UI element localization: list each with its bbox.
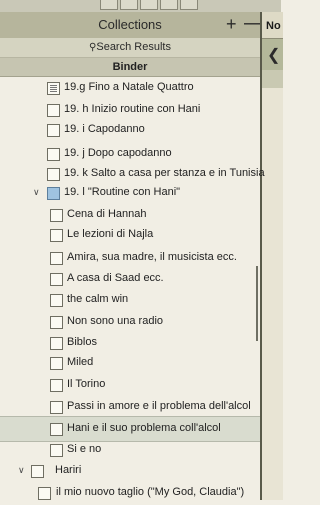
document-icon (38, 487, 51, 500)
search-results-tab[interactable]: ⚲Search Results (0, 38, 260, 58)
scrollbar[interactable] (256, 266, 258, 341)
document-icon (50, 294, 63, 307)
binder-item-label: il mio nuovo taglio ("My God, Claudia") (56, 486, 245, 498)
folder-icon (47, 187, 60, 200)
document-icon (50, 273, 63, 286)
toolbar-button[interactable] (180, 0, 198, 10)
binder-item-label: Miled (67, 356, 94, 368)
document-icon (50, 316, 63, 329)
binder-item-label: 19. i Capodanno (64, 123, 145, 135)
binder-item-label: Le lezioni di Najla (67, 228, 154, 240)
binder-document-item[interactable]: 19.g Fino a Natale Quattro (0, 76, 260, 100)
document-icon (47, 104, 60, 117)
binder-item-label: Hani e il suo problema coll'alcol (67, 422, 221, 434)
editor-pane-edge: No ❮ (260, 12, 283, 500)
binder-item-label: the calm win (67, 293, 129, 305)
binder-item-label: Amira, sua madre, il musicista ecc. (67, 251, 237, 263)
document-icon (50, 209, 63, 222)
toolbar-button[interactable] (160, 0, 178, 10)
toolbar-button[interactable] (140, 0, 158, 10)
document-icon (47, 148, 60, 161)
binder-document-item[interactable]: ∨ Hariri (0, 459, 260, 483)
binder-item-label: Hariri (55, 464, 82, 476)
binder-tab[interactable]: Binder (0, 58, 260, 77)
back-button[interactable]: ❮ (262, 39, 283, 70)
binder-item-label: Si e no (67, 443, 102, 455)
binder-item-label: Passi in amore e il problema dell'alcol (67, 400, 251, 412)
disclosure-chevron-down-icon[interactable]: ∨ (18, 465, 25, 476)
add-collection-button[interactable]: + (226, 14, 237, 35)
binder-document-item[interactable]: Il Torino (0, 373, 260, 397)
collections-header: Collections + — (0, 12, 264, 39)
document-icon (31, 465, 44, 478)
collections-title: Collections (98, 17, 162, 32)
toolbar-button[interactable] (120, 0, 138, 10)
binder-folder-item[interactable]: ∨ 19. l "Routine con Hani" (0, 181, 260, 205)
document-icon (47, 124, 60, 137)
document-icon (50, 379, 63, 392)
document-icon (50, 401, 63, 414)
binder-item-label: 19. k Salto a casa per stanza e in Tunis… (64, 167, 265, 179)
binder-document-item[interactable]: il mio nuovo taglio ("My God, Claudia") (0, 481, 260, 505)
binder-document-item[interactable]: Le lezioni di Najla (0, 223, 260, 247)
editor-header-label: No (266, 20, 281, 32)
document-icon (50, 357, 63, 370)
binder-document-item[interactable]: 19. i Capodanno (0, 118, 260, 142)
binder-document-item[interactable]: the calm win (0, 288, 260, 312)
binder-item-label: Cena di Hannah (67, 208, 147, 220)
binder-item-label: 19. l "Routine con Hani" (64, 186, 181, 198)
binder-label: Binder (112, 61, 148, 73)
document-icon (47, 168, 60, 181)
toolbar-button[interactable] (100, 0, 118, 10)
document-icon (50, 444, 63, 457)
document-icon (50, 252, 63, 265)
binder-document-item[interactable]: Miled (0, 351, 260, 375)
search-results-label: Search Results (96, 41, 171, 53)
binder-item-label: 19. j Dopo capodanno (64, 147, 172, 159)
binder-item-label: Non sono una radio (67, 315, 164, 327)
document-icon (50, 337, 63, 350)
binder-item-label: Il Torino (67, 378, 106, 390)
binder-item-label: 19.g Fino a Natale Quattro (64, 81, 194, 93)
disclosure-chevron-down-icon[interactable]: ∨ (33, 187, 40, 198)
binder-item-label: Biblos (67, 336, 97, 348)
document-icon (50, 229, 63, 242)
binder-item-label: 19. h Inizio routine con Hani (64, 103, 201, 115)
document-icon (50, 423, 63, 436)
document-icon (47, 82, 60, 95)
chevron-left-icon: ❮ (267, 47, 281, 64)
binder-item-label: A casa di Saad ecc. (67, 272, 164, 284)
